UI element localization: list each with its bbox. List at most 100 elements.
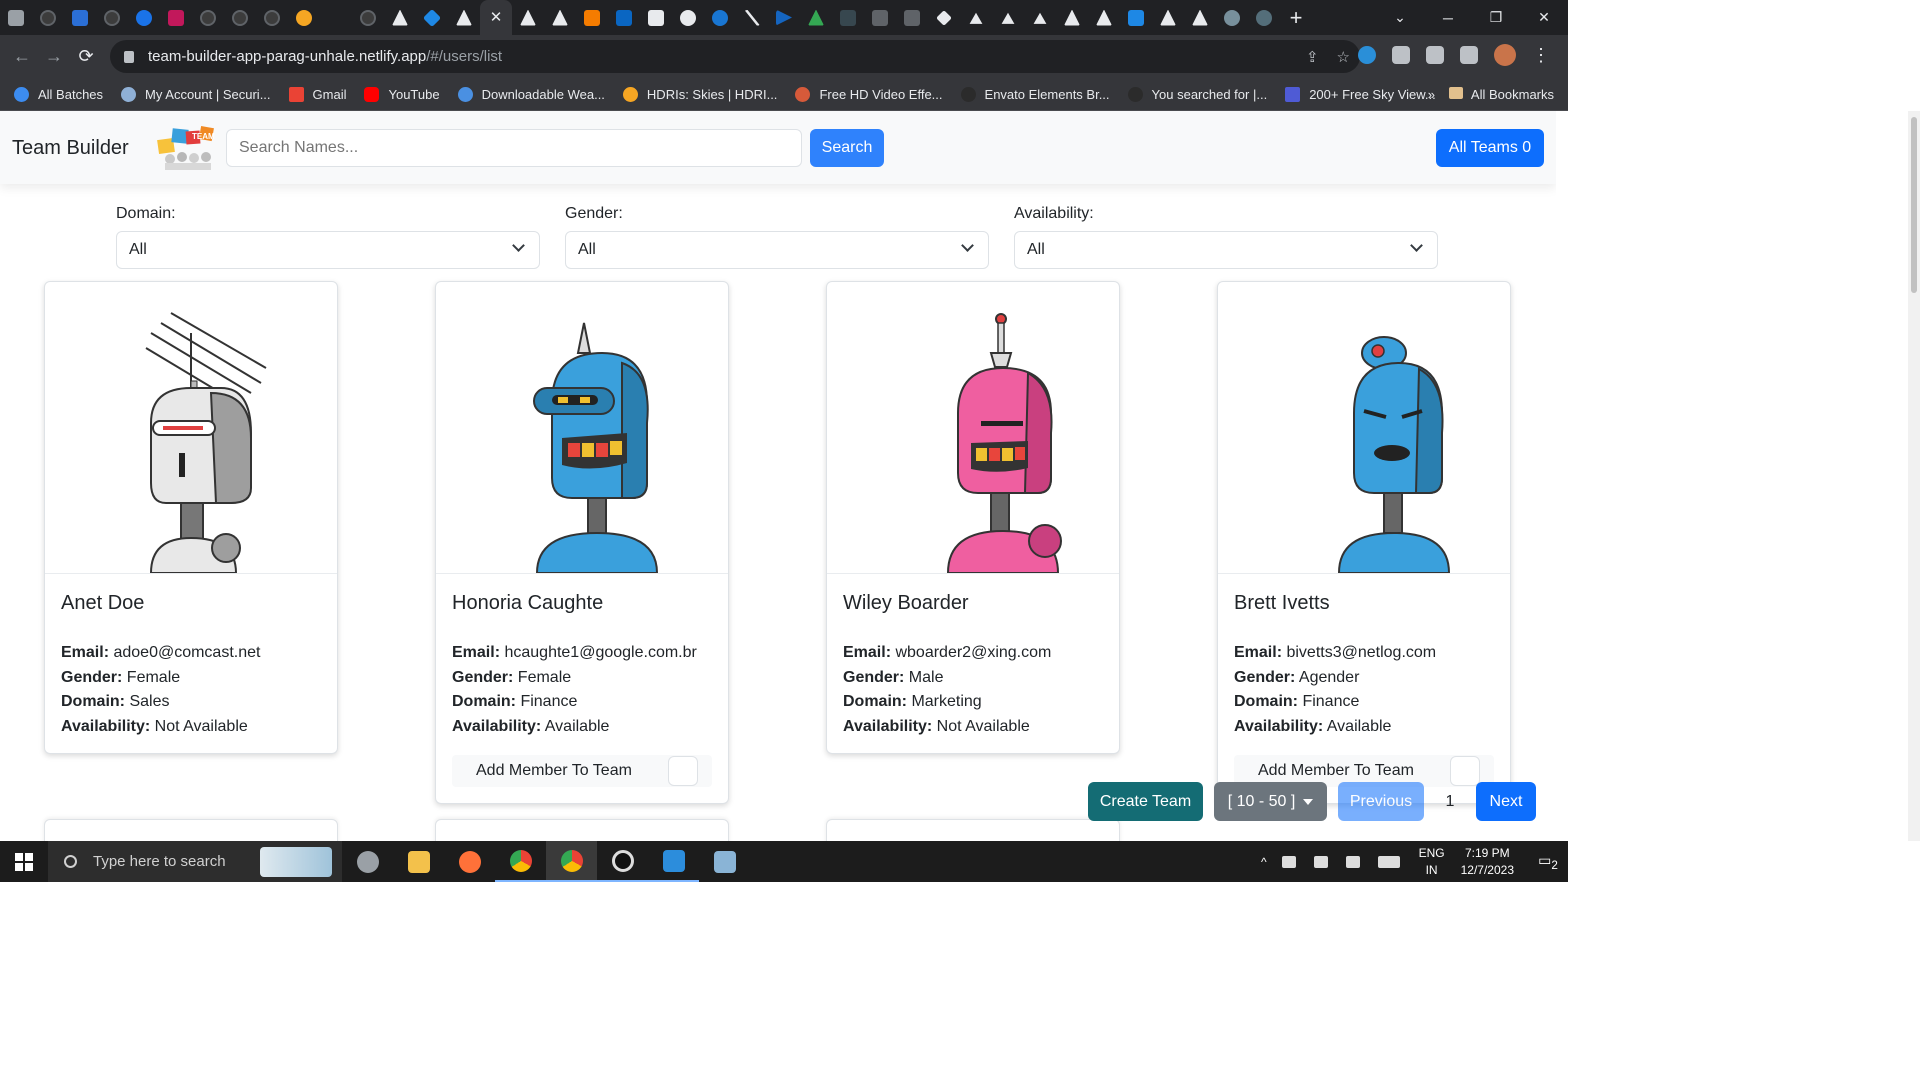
tab[interactable] [864,0,896,35]
language-indicator[interactable]: ENG IN [1419,845,1445,879]
tab[interactable] [320,0,352,35]
bookmark-item[interactable]: HDRIs: Skies | HDRI... [622,86,777,102]
tab[interactable] [32,0,64,35]
tab[interactable] [1056,0,1088,35]
firefox-app[interactable] [444,841,495,882]
tab[interactable] [608,0,640,35]
tab[interactable] [224,0,256,35]
scrollbar-thumb[interactable] [1911,117,1917,293]
new-tab-button[interactable]: + [1280,5,1312,31]
tab[interactable] [416,0,448,35]
tab[interactable] [1152,0,1184,35]
tab[interactable] [96,0,128,35]
reload-button[interactable]: ⟳ [70,46,102,67]
tab[interactable] [160,0,192,35]
side-panel-icon[interactable] [1460,46,1478,64]
gender-select[interactable]: All [565,231,989,269]
tab[interactable] [1216,0,1248,35]
bookmark-item[interactable]: All Batches [14,86,103,102]
search-input[interactable] [226,129,802,167]
start-button[interactable] [0,841,48,882]
network-icon[interactable] [1313,855,1328,868]
tab[interactable] [512,0,544,35]
bookmarks-overflow-button[interactable]: » [1428,87,1435,102]
tab[interactable] [448,0,480,35]
tab[interactable] [640,0,672,35]
lock-icon[interactable] [124,50,134,63]
download-icon[interactable] [1426,46,1444,64]
tab[interactable] [1088,0,1120,35]
taskbar-search[interactable]: Type here to search [48,841,342,882]
brand-title[interactable]: Team Builder [12,137,129,160]
bookmark-item[interactable]: My Account | Securi... [121,86,271,102]
bookmark-item[interactable]: Envato Elements Br... [960,86,1110,102]
tab[interactable] [768,0,800,35]
all-teams-button[interactable]: All Teams 0 [1436,129,1544,167]
active-tab[interactable]: ✕ [480,0,512,35]
bookmark-item[interactable]: Free HD Video Effe... [795,86,943,102]
restore-button[interactable]: ❐ [1472,9,1520,26]
domain-select[interactable]: All [116,231,540,269]
previous-button[interactable]: Previous [1338,782,1424,821]
close-window-button[interactable]: ✕ [1520,9,1568,26]
tab[interactable] [1248,0,1280,35]
bookmark-item[interactable]: YouTube [364,86,440,102]
tab[interactable] [384,0,416,35]
volume-icon[interactable] [1345,855,1360,868]
tab[interactable] [1184,0,1216,35]
add-member-toggle[interactable] [668,756,698,786]
tab[interactable] [192,0,224,35]
bookmark-item[interactable]: 200+ Free Sky View... [1285,86,1436,102]
page-scrollbar[interactable] [1908,111,1920,841]
chrome-app[interactable] [495,841,546,882]
tab[interactable] [928,0,960,35]
bookmark-item[interactable]: You searched for |... [1127,86,1267,102]
bookmark-star-icon[interactable]: ☆ [1337,48,1350,66]
tab[interactable] [992,0,1024,35]
tab-search-icon[interactable]: ⌄ [1376,9,1424,26]
all-bookmarks-button[interactable]: All Bookmarks [1448,87,1554,102]
tab[interactable] [1024,0,1056,35]
tab[interactable] [544,0,576,35]
tab[interactable] [1120,0,1152,35]
share-icon[interactable]: ⇪ [1306,48,1319,66]
add-member-row[interactable]: Add Member To Team [452,755,712,787]
tab[interactable] [64,0,96,35]
tab[interactable] [704,0,736,35]
search-button[interactable]: Search [810,129,884,167]
more-menu-icon[interactable]: ⋮ [1532,45,1550,66]
extension-icon[interactable] [1358,46,1376,64]
bookmark-item[interactable]: Gmail [288,86,346,102]
keyboard-icon[interactable] [1377,855,1400,868]
tab[interactable] [896,0,928,35]
page-size-dropdown[interactable]: [ 10 - 50 ] [1214,782,1327,821]
tab[interactable] [960,0,992,35]
tab[interactable] [128,0,160,35]
next-button[interactable]: Next [1476,782,1536,821]
chrome-profile-app[interactable] [546,841,597,882]
create-team-button[interactable]: Create Team [1088,782,1203,821]
minimize-button[interactable]: ─ [1424,10,1472,26]
url-text[interactable]: team-builder-app-parag-unhale.netlify.ap… [148,48,502,65]
tab[interactable] [0,0,32,35]
notification-center-button[interactable]: ▭2 [1528,852,1568,872]
address-bar[interactable]: team-builder-app-parag-unhale.netlify.ap… [110,40,1360,73]
profile-avatar[interactable] [1494,44,1516,66]
tab[interactable] [672,0,704,35]
close-tab-icon[interactable]: ✕ [488,9,504,26]
tray-overflow-icon[interactable]: ^ [1261,855,1267,869]
tab[interactable] [576,0,608,35]
tab[interactable] [256,0,288,35]
back-button[interactable]: ← [6,46,38,67]
notepad-app[interactable] [699,841,750,882]
puzzle-icon[interactable] [1392,46,1410,64]
settings-app[interactable] [342,841,393,882]
tab[interactable] [288,0,320,35]
vscode-app[interactable] [648,841,699,882]
tab[interactable] [352,0,384,35]
obs-app[interactable] [597,841,648,882]
tab[interactable] [832,0,864,35]
tab[interactable] [800,0,832,35]
forward-button[interactable]: → [38,46,70,67]
file-explorer-app[interactable] [393,841,444,882]
